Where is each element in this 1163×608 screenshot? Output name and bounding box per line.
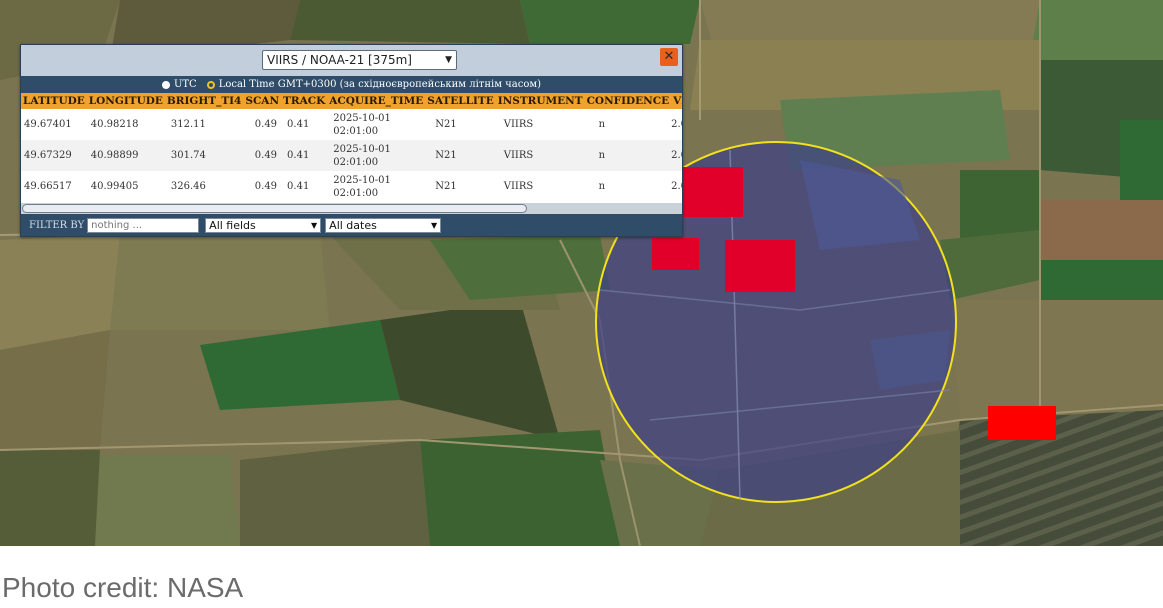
chevron-down-icon: ▼ [311,220,318,230]
acquire-clock: 02:01:00 [333,125,379,137]
cell-satellite: N21 [425,109,496,140]
cell-track: 0.41 [281,109,328,140]
column-header[interactable]: LATITUDE [21,93,87,109]
dates-select[interactable]: All dates ▼ [325,217,442,233]
cell-instrument: VIIRS [495,140,585,171]
photo-credit: Photo credit: NASA [2,572,244,603]
cell-instrument: VIIRS [495,171,585,202]
table-row[interactable]: 49.66517 40.99405 326.46 0.49 0.41 2025-… [21,171,682,202]
cell-latitude: 49.67329 [21,140,87,171]
fields-select[interactable]: All fields ▼ [205,217,322,233]
fire-data-table: LATITUDE LONGITUDE BRIGHT_TI4 SCAN TRACK… [21,93,682,203]
column-header[interactable]: SCAN [243,93,282,109]
column-header[interactable]: SATELLITE [425,93,496,109]
acquire-date: 2025-10-01 [333,112,391,124]
panel-header: VIIRS / NOAA-21 [375m] ▼ ✕ [21,45,682,76]
cell-confidence: n [584,109,672,140]
cell-version: 2.0NI [671,140,682,171]
acquire-date: 2025-10-01 [333,174,391,186]
cell-brightness: 301.74 [164,140,244,171]
cell-scan: 0.49 [243,171,282,202]
cell-track: 0.41 [281,140,328,171]
cell-scan: 0.49 [243,140,282,171]
column-header[interactable]: INSTRUMENT [495,93,585,109]
local-time-radio[interactable] [206,80,215,89]
local-time-radio-label: Local Time GMT+0300 (за східноєвропейськ… [218,79,542,90]
cell-latitude: 49.66517 [21,171,87,202]
table-header-row: LATITUDE LONGITUDE BRIGHT_TI4 SCAN TRACK… [21,93,682,109]
cell-confidence: n [584,140,672,171]
fire-marker [725,240,795,292]
horizontal-scrollbar[interactable] [21,203,682,214]
table-row[interactable]: 49.67329 40.98899 301.74 0.49 0.41 2025-… [21,140,682,171]
cell-latitude: 49.67401 [21,109,87,140]
fire-marker [652,238,699,270]
cell-brightness: 326.46 [164,171,244,202]
filter-label: FILTER BY [29,219,85,231]
utc-radio[interactable] [161,80,170,89]
cell-acquire-time: 2025-10-01 02:01:00 [327,140,426,171]
cell-longitude: 40.98218 [86,109,165,140]
cell-scan: 0.49 [243,109,282,140]
cell-acquire-time: 2025-10-01 02:01:00 [327,109,426,140]
acquire-date: 2025-10-01 [333,143,391,155]
acquire-clock: 02:01:00 [333,187,379,199]
cell-confidence: n [584,171,672,202]
column-header[interactable]: ACQUIRE_TIME [327,93,426,109]
fire-marker [988,406,1056,440]
filter-bar: FILTER BY All fields ▼ All dates ▼ [21,214,682,236]
filter-input[interactable] [87,217,200,233]
dates-select-value: All dates [329,218,377,232]
fire-data-panel: VIIRS / NOAA-21 [375m] ▼ ✕ UTC Local Tim… [20,44,683,237]
chevron-down-icon: ▼ [445,55,452,65]
cell-brightness: 312.11 [164,109,244,140]
cell-satellite: N21 [425,140,496,171]
column-header[interactable]: CONFIDENCE [584,93,672,109]
cell-longitude: 40.98899 [86,140,165,171]
layer-select[interactable]: VIIRS / NOAA-21 [375m] ▼ [262,50,457,70]
utc-radio-label: UTC [173,79,197,90]
cell-track: 0.41 [281,171,328,202]
cell-instrument: VIIRS [495,109,585,140]
column-header[interactable]: VER [671,93,682,109]
table-row[interactable]: 49.67401 40.98218 312.11 0.49 0.41 2025-… [21,109,682,140]
chevron-down-icon: ▼ [431,220,438,230]
column-header[interactable]: BRIGHT_TI4 [164,93,244,109]
cell-acquire-time: 2025-10-01 02:01:00 [327,171,426,202]
scrollbar-thumb[interactable] [22,204,527,213]
layer-select-value: VIIRS / NOAA-21 [375m] [267,53,412,67]
time-mode-toggle: UTC Local Time GMT+0300 (за східноєвропе… [21,76,682,93]
close-button[interactable]: ✕ [660,48,678,66]
column-header[interactable]: LONGITUDE [86,93,165,109]
column-header[interactable]: TRACK [281,93,328,109]
cell-longitude: 40.99405 [86,171,165,202]
acquire-clock: 02:01:00 [333,156,379,168]
fire-marker [681,167,743,217]
fields-select-value: All fields [209,218,256,232]
cell-version: 2.0NI [671,109,682,140]
cell-satellite: N21 [425,171,496,202]
cell-version: 2.0NI [671,171,682,202]
